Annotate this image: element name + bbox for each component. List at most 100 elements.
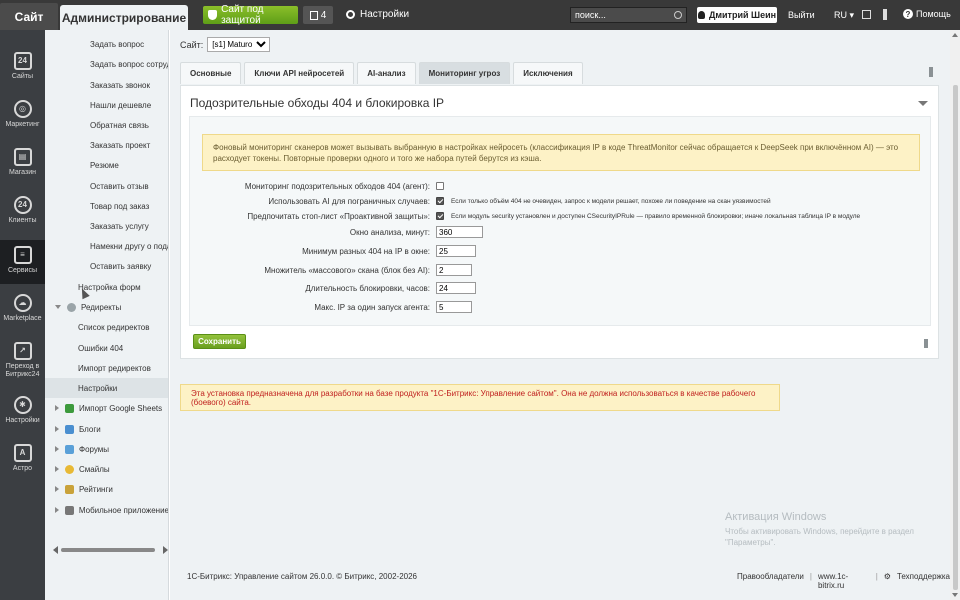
tab-ai-keys[interactable]: Ключи API нейросетей	[244, 62, 355, 84]
astro-icon: A	[13, 444, 32, 462]
cart-icon: ▤	[13, 148, 32, 166]
site-tab[interactable]: Сайт	[0, 3, 58, 30]
nav-bitrix24-label: Переход в Битрикс24	[5, 363, 40, 378]
nav-marketplace[interactable]: ☁ Marketplace	[0, 288, 45, 332]
tree-item-google-sheets[interactable]: Импорт Google Sheets	[45, 398, 168, 418]
search-input[interactable]: поиск...	[570, 7, 687, 23]
nav-marketing[interactable]: ◎ Маркетинг	[0, 94, 45, 138]
row-multiplier: Множитель «массового» скана (блок без AI…	[190, 263, 932, 277]
nav-settings[interactable]: ✱ Настройки	[0, 390, 45, 434]
nav-sites[interactable]: 24 Сайты	[0, 46, 45, 90]
nav-services[interactable]: ≡ Сервисы	[0, 240, 45, 284]
tree-item[interactable]: Заказать звонок	[45, 75, 168, 95]
tree-item[interactable]: Нашли дешевле	[45, 95, 168, 115]
site-selector: Сайт: [s1] Maturo	[180, 37, 271, 52]
help-label: Помощь	[916, 9, 951, 19]
site-select[interactable]: [s1] Maturo	[207, 37, 271, 52]
window-minutes-input[interactable]	[436, 226, 483, 238]
gear-icon	[346, 10, 355, 19]
tree-item[interactable]: Оставить отзыв	[45, 176, 168, 196]
monitoring-checkbox[interactable]	[436, 182, 444, 190]
collapse-arrow-icon[interactable]	[55, 305, 61, 309]
pin-icon[interactable]	[883, 9, 887, 20]
scroll-left-icon[interactable]	[53, 546, 58, 554]
nav-astro[interactable]: A Астро	[0, 438, 45, 482]
admin-icon-bar: 24 Сайты ◎ Маркетинг ▤ Магазин 24 Клиент…	[0, 30, 45, 600]
tree-item[interactable]: Обратная связь	[45, 115, 168, 135]
activation-text: Чтобы активировать Windows, перейдите в …	[725, 527, 914, 547]
cloud-icon: ☁	[13, 294, 32, 312]
help-link[interactable]: ? Помощь	[903, 9, 951, 19]
expand-arrow-icon[interactable]	[55, 507, 59, 513]
logout-link[interactable]: Выйти	[788, 10, 815, 20]
notification-icon	[309, 10, 318, 20]
sheets-icon	[65, 403, 74, 413]
max-ip-input[interactable]	[436, 301, 472, 313]
scroll-up-icon[interactable]	[952, 33, 958, 37]
gear-icon: ✱	[13, 396, 32, 414]
tree-item[interactable]: Ошибки 404	[45, 338, 168, 358]
tab-threat-monitoring[interactable]: Мониторинг угроз	[418, 62, 511, 84]
expand-arrow-icon[interactable]	[55, 466, 59, 472]
tree-item[interactable]: Заказать проект	[45, 135, 168, 155]
scroll-thumb[interactable]	[61, 548, 155, 552]
info-note: Фоновый мониторинг сканеров может вызыва…	[202, 134, 920, 171]
settings-form: Фоновый мониторинг сканеров может вызыва…	[189, 116, 931, 326]
site-protected-button[interactable]: Сайт под защитой	[203, 4, 298, 26]
expand-arrow-icon[interactable]	[55, 446, 59, 452]
tree-item[interactable]: Резюме	[45, 155, 168, 175]
tree-item[interactable]: Намекни другу о подар	[45, 236, 168, 256]
block-duration-input[interactable]	[436, 282, 476, 294]
expand-arrow-icon[interactable]	[55, 405, 59, 411]
tree-item[interactable]: Задать вопрос сотрудн	[45, 54, 168, 74]
user-button[interactable]: Дмитрий Шеин	[697, 7, 777, 23]
page-scrollbar[interactable]	[950, 30, 960, 600]
row-window: Окно анализа, минут:	[190, 225, 932, 239]
multiplier-input[interactable]	[436, 264, 472, 276]
tree-item-label: Форумы	[79, 444, 110, 454]
scroll-thumb[interactable]	[953, 85, 958, 590]
language-selector[interactable]: RU ▾	[834, 10, 854, 21]
tree-item-smiles[interactable]: Смайлы	[45, 459, 168, 479]
expand-arrow-icon[interactable]	[55, 486, 59, 492]
tree-item-blogs[interactable]: Блоги	[45, 419, 168, 439]
tree-item[interactable]: Оставить заявку	[45, 256, 168, 276]
min404-input[interactable]	[436, 245, 476, 257]
footer-rights-link[interactable]: Правообладатели	[737, 572, 804, 590]
tree-item-form-settings[interactable]: Настройка форм	[45, 277, 168, 297]
settings-link[interactable]: Настройки	[346, 9, 409, 20]
tree-item[interactable]: Задать вопрос	[45, 34, 168, 54]
admin-tab[interactable]: Администрирование	[60, 5, 188, 30]
tab-exclusions[interactable]: Исключения	[513, 62, 583, 84]
tree-horizontal-scrollbar[interactable]	[53, 545, 168, 555]
footer-site-link[interactable]: www.1c-bitrix.ru	[818, 572, 870, 590]
user-name: Дмитрий Шеин	[708, 10, 777, 20]
tree-item-forums[interactable]: Форумы	[45, 439, 168, 459]
tab-general[interactable]: Основные	[180, 62, 242, 84]
collapse-icon[interactable]	[918, 101, 928, 106]
use-ai-checkbox[interactable]	[436, 197, 444, 205]
scroll-down-icon[interactable]	[952, 593, 958, 597]
tree-item[interactable]: Товар под заказ	[45, 196, 168, 216]
tree-item[interactable]: Заказать услугу	[45, 216, 168, 236]
tree-item-redirects[interactable]: Редиректы	[45, 297, 168, 317]
search-icon[interactable]	[674, 11, 682, 19]
nav-shop[interactable]: ▤ Магазин	[0, 142, 45, 186]
nav-clients[interactable]: 24 Клиенты	[0, 190, 45, 234]
window-icon[interactable]	[862, 10, 871, 19]
save-button[interactable]: Сохранить	[193, 334, 246, 349]
footer-support-link[interactable]: Техподдержка	[897, 572, 950, 590]
tab-ai-analysis[interactable]: AI-анализ	[357, 62, 416, 84]
tree-item-ratings[interactable]: Рейтинги	[45, 479, 168, 499]
tree-item[interactable]: Импорт редиректов	[45, 358, 168, 378]
notifications-button[interactable]: 4	[303, 6, 333, 24]
stoplist-checkbox[interactable]	[436, 212, 444, 220]
tree-item[interactable]: Список редиректов	[45, 317, 168, 337]
pin-icon[interactable]	[929, 67, 933, 77]
tree-item-settings-active[interactable]: Настройки	[45, 378, 168, 398]
tree-item-mobile-app[interactable]: Мобильное приложение	[45, 500, 168, 520]
nav-bitrix24[interactable]: ↗ Переход в Битрикс24	[0, 336, 45, 380]
scroll-right-icon[interactable]	[163, 546, 168, 554]
pin-icon[interactable]	[924, 339, 928, 348]
expand-arrow-icon[interactable]	[55, 426, 59, 432]
